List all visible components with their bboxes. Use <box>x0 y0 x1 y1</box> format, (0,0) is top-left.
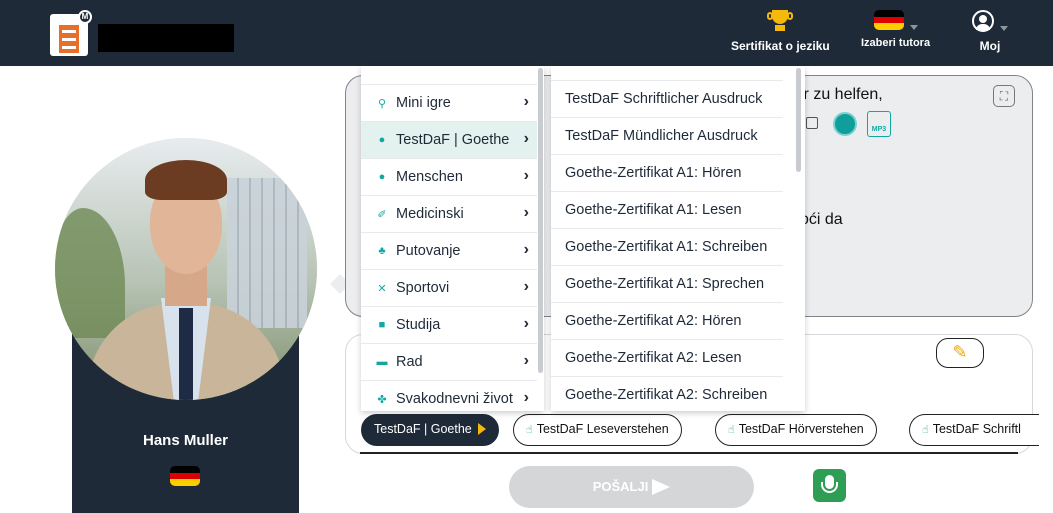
chevron-down-icon <box>909 24 918 30</box>
category-menu: ⚲ Mini igre › ● TestDaF | Goethe › ● Men… <box>361 66 544 411</box>
submenu-item[interactable]: Goethe-Zertifikat A1: Lesen <box>551 192 783 229</box>
message-text-line: oći da <box>800 211 843 228</box>
menu-item-rad[interactable]: ▬ Rad › <box>361 344 537 381</box>
triangle-right-icon <box>477 423 486 435</box>
menu-item-menschen[interactable]: ● Menschen › <box>361 159 537 196</box>
german-flag-icon <box>873 10 904 30</box>
book-icon: ■ <box>378 319 386 331</box>
chevron-right-icon: › <box>523 241 529 258</box>
send-arrow-icon <box>652 479 671 495</box>
category-menu-scrollbar[interactable] <box>538 68 543 373</box>
magic-wand-button[interactable]: ✎ <box>936 338 984 368</box>
testdaf-goethe-submenu: TestDaF Schriftlicher Ausdruck TestDaF M… <box>551 66 805 411</box>
menu-item-medicinski[interactable]: ✐ Medicinski › <box>361 196 537 233</box>
choose-tutor-label: Izaberi tutora <box>861 37 931 49</box>
redacted-app-title <box>98 24 234 52</box>
tap-hand-icon: ☝ <box>728 424 735 436</box>
send-button[interactable]: POŠALJI <box>509 466 754 508</box>
submenu-item[interactable]: Goethe-Zertifikat A2: Schreiben <box>551 377 783 411</box>
chevron-right-icon: › <box>523 204 529 221</box>
syringe-icon: ✐ <box>377 208 387 221</box>
german-flag-icon <box>170 466 200 486</box>
magic-wand-icon: ✎ <box>952 342 968 362</box>
play-audio-icon[interactable] <box>833 112 857 136</box>
menu-item-putovanje[interactable]: ♣ Putovanje › <box>361 233 537 270</box>
topic-dropdown-chip[interactable]: TestDaF | Goethe <box>361 414 499 446</box>
expand-icon[interactable]: ⛶ <box>993 85 1015 107</box>
suggestion-chip[interactable]: ☝ TestDaF Hörverstehen <box>715 414 877 446</box>
submenu-item[interactable]: Goethe-Zertifikat A1: Sprechen <box>551 266 783 303</box>
sports-icon: ✕ <box>377 282 387 295</box>
certificate-button[interactable]: Sertifikat o jeziku <box>731 10 830 53</box>
microphone-button[interactable] <box>813 469 846 502</box>
profile-label: Moj <box>979 39 1001 53</box>
chevron-right-icon: › <box>523 278 529 295</box>
submenu-item[interactable]: TestDaF Mündlicher Ausdruck <box>551 118 783 155</box>
chevron-right-icon: › <box>523 352 529 369</box>
clover-icon: ✤ <box>377 393 387 406</box>
ladder-logo-icon <box>59 25 79 53</box>
chevron-right-icon: › <box>523 130 529 147</box>
tutor-name: Hans Muller <box>142 432 229 449</box>
bike-icon: ⚲ <box>377 97 387 110</box>
chevron-right-icon: › <box>523 93 529 110</box>
menu-item-mini-igre[interactable]: ⚲ Mini igre › <box>361 85 537 122</box>
tap-hand-icon: ☝ <box>526 424 533 436</box>
logo-badge: M <box>78 10 92 24</box>
submenu-item[interactable]: Goethe-Zertifikat A2: Lesen <box>551 340 783 377</box>
menu-item-partial[interactable] <box>361 66 537 85</box>
chips-scrollbar[interactable] <box>360 452 1018 454</box>
app-logo[interactable]: M <box>50 10 92 56</box>
trophy-icon <box>766 10 794 32</box>
menu-item-sportovi[interactable]: ✕ Sportovi › <box>361 270 537 307</box>
choose-tutor-button[interactable]: Izaberi tutora <box>861 10 930 49</box>
chevron-right-icon: › <box>523 315 529 332</box>
copy-icon[interactable] <box>806 117 818 129</box>
message-text-line: ir zu helfen, <box>800 86 883 103</box>
suggestion-chip[interactable]: ☝ TestDaF Leseverstehen <box>513 414 682 446</box>
profile-menu-button[interactable]: Moj <box>972 10 1008 53</box>
menu-item-studija[interactable]: ■ Studija › <box>361 307 537 344</box>
menu-item-svakodnevni-zivot[interactable]: ✤ Svakodnevni život › <box>361 381 537 411</box>
palm-tree-icon: ♣ <box>378 245 386 257</box>
user-icon <box>972 10 994 32</box>
submenu-item[interactable]: Goethe-Zertifikat A2: Hören <box>551 303 783 340</box>
submenu-item[interactable]: Goethe-Zertifikat A1: Hören <box>551 155 783 192</box>
submenu-item[interactable]: TestDaF Schriftlicher Ausdruck <box>551 81 783 118</box>
chevron-down-icon <box>1000 26 1008 32</box>
tutor-avatar <box>55 138 317 400</box>
chat-icon: ● <box>378 171 386 183</box>
chevron-right-icon: › <box>523 167 529 184</box>
suggestion-chip[interactable]: ☝ TestDaF Schriftl <box>909 414 1039 446</box>
mp3-download-icon[interactable]: MP3 <box>867 111 891 137</box>
menu-item-testdaf-goethe[interactable]: ● TestDaF | Goethe › <box>361 122 537 159</box>
chat-icon: ● <box>378 134 386 146</box>
tap-hand-icon: ☝ <box>922 424 929 436</box>
submenu-item[interactable]: Goethe-Zertifikat A1: Schreiben <box>551 229 783 266</box>
submenu-item-partial[interactable] <box>551 66 783 81</box>
top-navigation-bar: M Sertifikat o jeziku Izaberi tutora Moj <box>0 0 1053 66</box>
chevron-right-icon: › <box>523 389 529 406</box>
briefcase-icon: ▬ <box>376 356 388 368</box>
submenu-scrollbar[interactable] <box>796 68 801 172</box>
certificate-label: Sertifikat o jeziku <box>731 39 830 53</box>
